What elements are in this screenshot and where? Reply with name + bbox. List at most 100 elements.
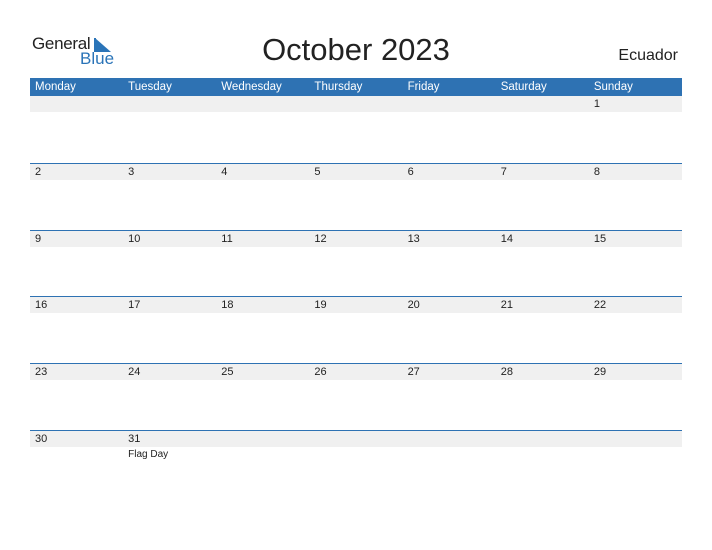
date-cell: 31 — [128, 433, 141, 445]
week-row: 1 — [30, 96, 682, 114]
date-row: 2 3 4 5 6 7 8 — [30, 164, 682, 180]
week-row: 23 24 25 26 27 28 29 — [30, 363, 682, 382]
holiday-label — [123, 112, 216, 114]
holiday-label — [123, 180, 216, 182]
date-cell — [123, 96, 216, 112]
weekday-thursday: Thursday — [314, 81, 363, 93]
holiday-label — [589, 112, 682, 114]
date-cell: 9 — [35, 233, 42, 245]
holiday-label — [30, 112, 123, 114]
week-row: 16 17 18 19 20 21 22 — [30, 296, 682, 315]
holiday-label — [403, 447, 496, 460]
date-cell: 21 — [500, 299, 513, 311]
date-cell: 25 — [221, 366, 234, 378]
holiday-label — [216, 247, 309, 249]
date-cell — [496, 96, 589, 112]
holiday-label — [589, 313, 682, 315]
holiday-label: Flag Day — [128, 449, 169, 460]
holiday-label — [30, 313, 123, 315]
date-cell — [216, 431, 309, 447]
weekday-header: Monday Tuesday Wednesday Thursday Friday… — [30, 78, 682, 96]
date-cell: 13 — [407, 233, 420, 245]
date-cell: 16 — [35, 299, 48, 311]
holiday-label — [309, 313, 402, 315]
date-cell: 7 — [500, 166, 507, 178]
holiday-label — [30, 380, 123, 382]
holiday-label — [589, 247, 682, 249]
holiday-label — [216, 313, 309, 315]
date-cell — [403, 96, 496, 112]
holiday-label — [309, 380, 402, 382]
date-cell: 2 — [35, 166, 42, 178]
holiday-row — [30, 180, 682, 182]
date-cell: 22 — [593, 299, 607, 311]
date-cell: 29 — [593, 366, 607, 378]
holiday-label — [496, 447, 589, 460]
date-cell: 15 — [593, 233, 607, 245]
holiday-row — [30, 247, 682, 249]
holiday-label — [30, 247, 123, 249]
date-cell — [309, 431, 402, 447]
holiday-row: Flag Day — [30, 447, 682, 460]
date-cell — [30, 96, 123, 112]
date-cell: 26 — [314, 366, 327, 378]
date-cell — [496, 431, 589, 447]
holiday-label — [496, 180, 589, 182]
calendar-title: October 2023 — [262, 32, 450, 67]
date-cell — [309, 96, 402, 112]
date-cell: 14 — [500, 233, 513, 245]
date-cell: 19 — [314, 299, 327, 311]
date-cell: 6 — [407, 166, 414, 178]
date-cell: 28 — [500, 366, 513, 378]
holiday-label — [309, 447, 402, 460]
weekday-friday: Friday — [407, 81, 440, 93]
holiday-label — [123, 380, 216, 382]
week-row: 2 3 4 5 6 7 8 — [30, 163, 682, 182]
holiday-label — [216, 112, 309, 114]
holiday-label — [30, 447, 123, 460]
weekday-tuesday: Tuesday — [128, 81, 172, 93]
date-cell — [403, 431, 496, 447]
holiday-row — [30, 380, 682, 382]
holiday-label — [216, 180, 309, 182]
holiday-label — [403, 313, 496, 315]
holiday-label — [589, 180, 682, 182]
holiday-label — [589, 380, 682, 382]
date-row: 1 — [30, 96, 682, 112]
date-cell: 27 — [407, 366, 420, 378]
date-row: 9 10 11 12 13 14 15 — [30, 231, 682, 247]
date-cell: 20 — [407, 299, 420, 311]
holiday-label — [309, 112, 402, 114]
weekday-saturday: Saturday — [500, 81, 547, 93]
holiday-label — [496, 247, 589, 249]
date-cell: 8 — [593, 166, 600, 178]
date-cell — [216, 96, 309, 112]
date-cell — [589, 431, 682, 447]
holiday-label — [309, 180, 402, 182]
holiday-label — [403, 180, 496, 182]
date-cell: 12 — [314, 233, 327, 245]
holiday-label — [30, 180, 123, 182]
country-label: Ecuador — [618, 47, 678, 64]
holiday-label — [216, 380, 309, 382]
holiday-label — [309, 247, 402, 249]
date-row: 23 24 25 26 27 28 29 — [30, 364, 682, 380]
date-cell: 17 — [128, 299, 141, 311]
holiday-row — [30, 112, 682, 114]
holiday-label — [216, 447, 309, 460]
date-cell: 11 — [221, 233, 233, 245]
week-row: 9 10 11 12 13 14 15 — [30, 230, 682, 249]
weekday-wednesday: Wednesday — [221, 81, 282, 93]
holiday-label — [496, 112, 589, 114]
date-cell: 1 — [593, 98, 600, 110]
date-cell: 3 — [128, 166, 135, 178]
holiday-label — [123, 247, 216, 249]
weekday-sunday: Sunday — [593, 81, 633, 93]
date-cell: 18 — [221, 299, 234, 311]
holiday-label — [123, 313, 216, 315]
holiday-label — [403, 247, 496, 249]
date-cell: 23 — [35, 366, 48, 378]
holiday-label — [496, 380, 589, 382]
date-cell: 5 — [314, 166, 321, 178]
holiday-row — [30, 313, 682, 315]
